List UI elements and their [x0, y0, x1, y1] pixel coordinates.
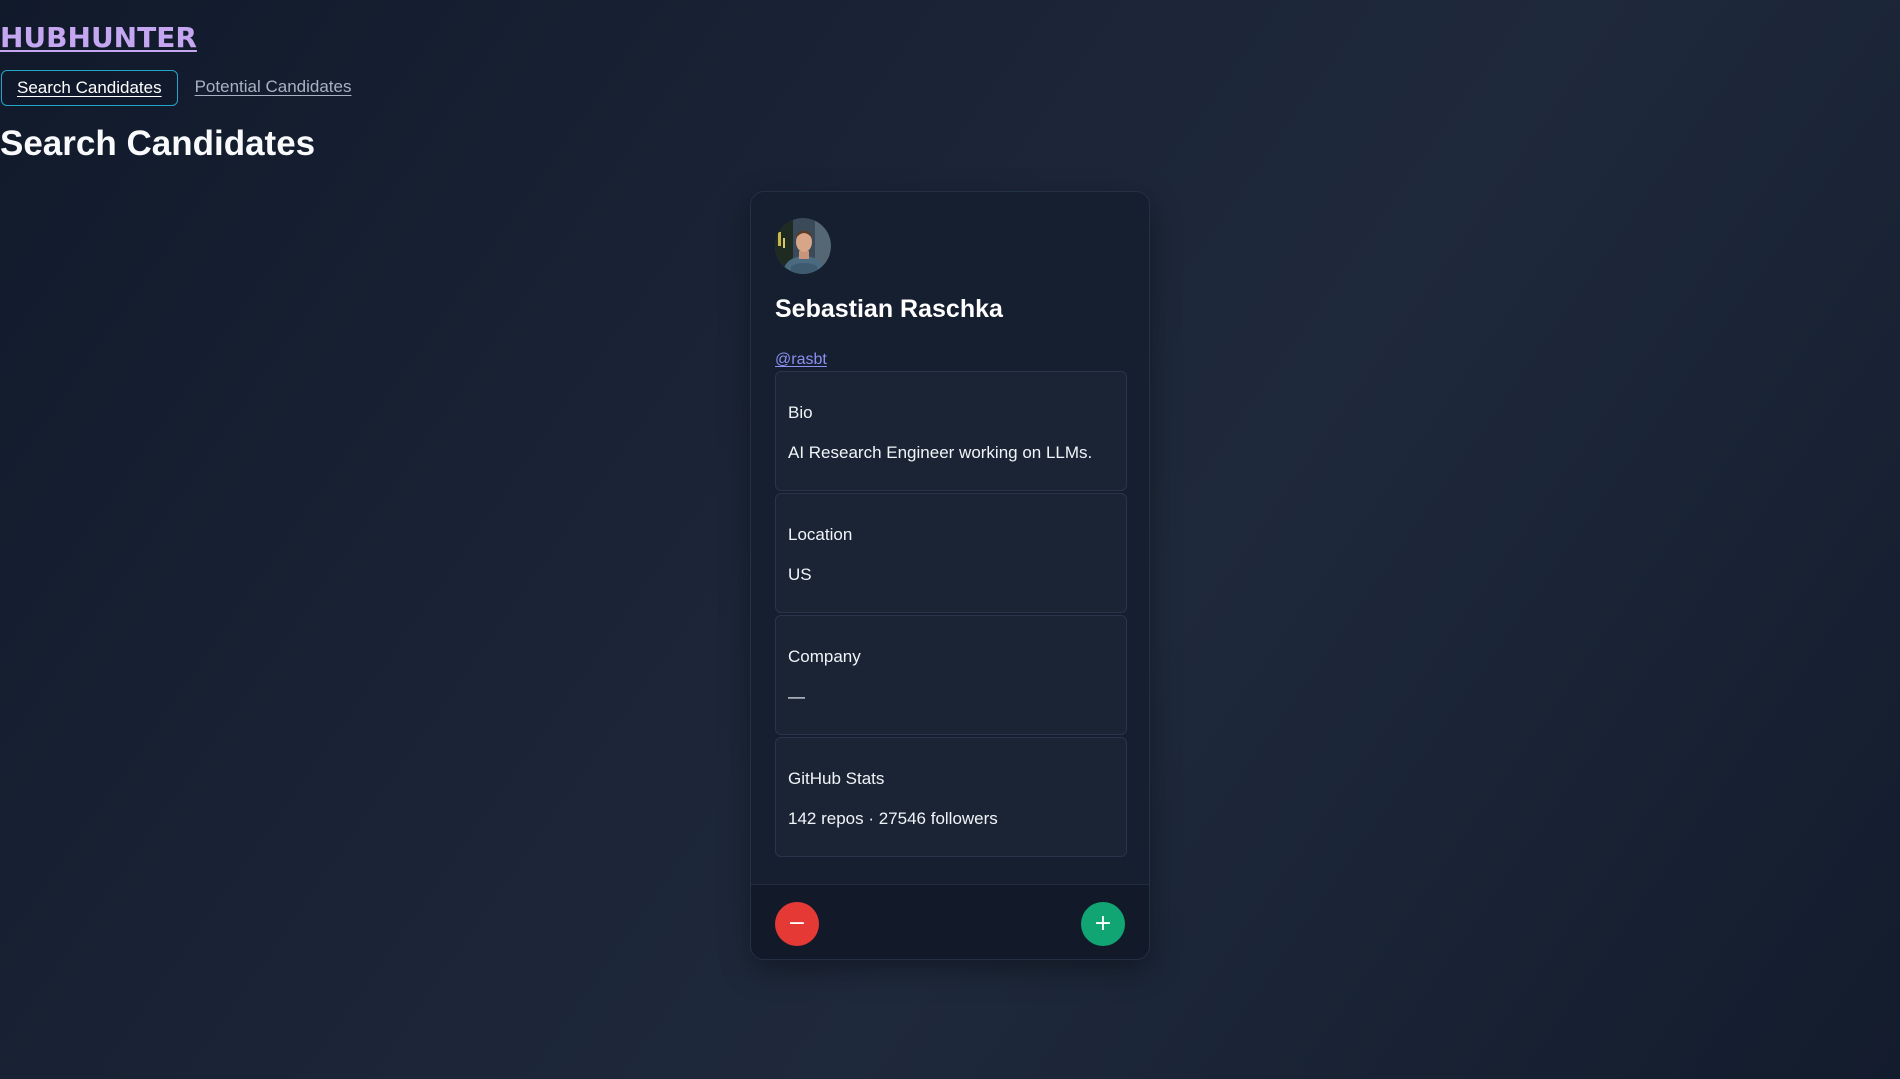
company-value: —: [788, 687, 805, 706]
tab-potential-candidates[interactable]: Potential Candidates: [178, 70, 369, 106]
user-avatar-icon: [775, 218, 831, 274]
location-value: US: [788, 565, 812, 584]
github-stats-value: 142 repos · 27546 followers: [788, 809, 998, 828]
location-section: Location US: [775, 493, 1127, 613]
accept-button[interactable]: +: [1081, 902, 1125, 946]
main-nav: Search Candidates Potential Candidates: [1, 70, 368, 106]
company-section: Company —: [775, 615, 1127, 735]
bio-section: Bio AI Research Engineer working on LLMs…: [775, 371, 1127, 491]
github-stats-section: GitHub Stats 142 repos · 27546 followers: [775, 737, 1127, 857]
avatar: [775, 218, 831, 274]
reject-button[interactable]: −: [775, 902, 819, 946]
bio-value: AI Research Engineer working on LLMs.: [788, 443, 1093, 462]
bio-label: Bio: [788, 403, 813, 422]
minus-icon: −: [787, 911, 807, 936]
location-label: Location: [788, 525, 853, 544]
app-logo[interactable]: HUBHUNTER: [0, 20, 197, 56]
tab-search-candidates[interactable]: Search Candidates: [1, 70, 178, 106]
candidate-card: Sebastian Raschka @rasbt Bio AI Research…: [750, 191, 1150, 960]
candidate-name: Sebastian Raschka: [775, 295, 1003, 323]
card-actions: − +: [751, 884, 1149, 959]
page-title: Search Candidates: [0, 124, 316, 163]
github-stats-label: GitHub Stats: [788, 769, 885, 788]
candidate-handle-link[interactable]: @rasbt: [775, 349, 827, 371]
plus-icon: +: [1093, 911, 1113, 936]
company-label: Company: [788, 647, 861, 666]
